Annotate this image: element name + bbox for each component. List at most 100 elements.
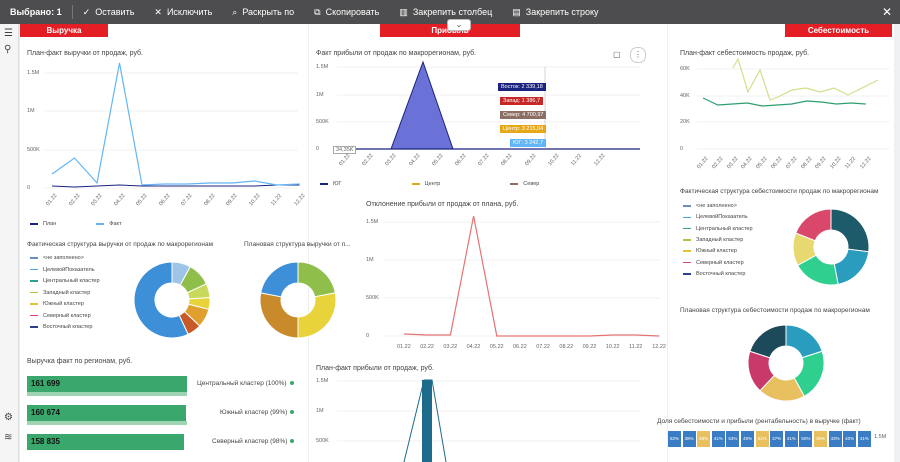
rev-plan-donut-slice-2 xyxy=(259,292,299,339)
share-cell-2[interactable]: 48% xyxy=(697,431,711,447)
rev-struct-legend-item-0[interactable]: <не заполнено> xyxy=(30,255,84,261)
cost-struct-legend-label-0: <не заполнено> xyxy=(696,203,737,209)
dev-xtick-6: 07.22 xyxy=(536,344,550,350)
cost-struct-legend-swatch-3 xyxy=(683,239,691,241)
profit-ytick-1: 1M xyxy=(316,92,324,98)
rev-struct-legend-swatch-4 xyxy=(30,303,38,305)
share-cell-5[interactable]: 49% xyxy=(741,431,754,447)
cost-struct-legend-item-0[interactable]: <не заполнено> xyxy=(683,203,737,209)
legend-center-swatch xyxy=(411,183,420,185)
rev-struct-legend-item-4[interactable]: Южный кластер xyxy=(30,301,84,307)
rev-fact-struct-title: Фактическая структура выручки от продаж … xyxy=(27,241,214,248)
cost-struct-legend-swatch-6 xyxy=(683,273,691,275)
cost-fact-struct-title: Фактическая структура себестоимости прод… xyxy=(680,188,879,195)
cost-struct-legend-item-4[interactable]: Южный кластер xyxy=(683,248,737,254)
cost-chart-title: План-факт себестоимость продаж, руб. xyxy=(680,50,810,57)
share-ytick: 1.5M xyxy=(874,434,887,440)
dev-ytick-3: 0 xyxy=(366,333,370,339)
share-cell-0[interactable]: 52% xyxy=(668,431,681,447)
share-cell-7[interactable]: 37% xyxy=(770,431,784,447)
cost-struct-legend-swatch-1 xyxy=(683,216,691,219)
cost-struct-legend-item-2[interactable]: Центральный кластер xyxy=(683,226,753,232)
share-cell-4[interactable]: 53% xyxy=(726,431,740,447)
region-bar-south[interactable]: 160 674 xyxy=(27,405,186,421)
ppf-ytick-2: 500K xyxy=(316,438,329,444)
region-bar-gap xyxy=(27,392,187,396)
profit-chart-title: Факт прибыли от продаж по макрорегионам,… xyxy=(316,50,477,57)
rev-struct-legend-item-1[interactable]: ЦелевойПоказатель xyxy=(30,267,95,273)
share-cell-13[interactable]: 41% xyxy=(857,431,871,447)
share-cell-1[interactable]: 38% xyxy=(682,431,696,447)
legend-fact-swatch xyxy=(96,223,105,225)
cost-struct-legend-swatch-0 xyxy=(683,205,691,207)
more-options-icon[interactable]: ⋮ xyxy=(630,47,646,63)
tooltip-south: ЮГ: 3 242,7 xyxy=(510,139,546,147)
legend-north: Север xyxy=(523,181,540,187)
cost-struct-legend-item-5[interactable]: Северный кластер xyxy=(683,260,744,266)
share-cell-10[interactable]: 39% xyxy=(814,431,827,447)
profit-east-area xyxy=(368,60,640,150)
region-bar-gap-2 xyxy=(27,421,187,425)
cost-struct-legend-item-3[interactable]: Западный кластер xyxy=(683,237,743,243)
cost-struct-legend-swatch-4 xyxy=(683,250,691,252)
cost-struct-legend-item-6[interactable]: Восточный кластер xyxy=(683,271,745,277)
cost-fact-line xyxy=(702,97,866,107)
cost-ytick-2: 20K xyxy=(680,119,690,125)
region-bar-north[interactable]: 158 835 xyxy=(27,434,184,450)
rev-plan-donut-slice-0 xyxy=(297,261,336,298)
rev-struct-legend-label-4: Южный кластер xyxy=(43,301,84,307)
rev-struct-legend-swatch-0 xyxy=(30,257,38,259)
legend-south: ЮГ xyxy=(333,181,342,187)
collapse-toggle[interactable]: ⌄ xyxy=(447,19,471,31)
dev-xtick-3: 04.22 xyxy=(466,344,481,350)
share-cell-3[interactable]: 41% xyxy=(711,431,725,447)
expand-icon[interactable]: ▢ xyxy=(613,50,621,59)
profit-ytick-0: 1.5M xyxy=(316,64,329,70)
rev-ytick-0: 1.5M xyxy=(27,70,40,76)
cost-struct-legend-label-5: Северный кластер xyxy=(696,259,744,266)
rev-struct-legend-item-5[interactable]: Северный кластер xyxy=(30,313,91,319)
cost-struct-legend-item-1[interactable]: ЦелевойПоказатель xyxy=(683,214,748,220)
rev-struct-legend-swatch-2 xyxy=(30,280,38,282)
ppf-ytick-1: 1M xyxy=(316,408,324,414)
rev-struct-legend-item-2[interactable]: Центральный кластер xyxy=(30,278,100,284)
dev-xtick-5: 06.22 xyxy=(513,344,527,350)
revenue-legend: План Факт xyxy=(30,221,122,227)
rev-ytick-3: 0 xyxy=(27,185,31,191)
legend-plan-swatch xyxy=(30,223,38,225)
profit-plan-fact-title: План-факт прибыли от продаж, руб. xyxy=(316,365,434,372)
share-cell-11[interactable]: 43% xyxy=(828,431,842,447)
cost-ytick-3: 0 xyxy=(680,146,684,152)
share-cell-12[interactable]: 40% xyxy=(843,431,857,447)
cost-plan-donut-slice-4 xyxy=(749,324,787,359)
share-cell-9[interactable]: 50% xyxy=(799,431,813,447)
dev-xtick-11: 12.22 xyxy=(652,344,666,350)
profit-ytick-3: 0 xyxy=(316,146,320,152)
ppf-ytick-0: 1.5M xyxy=(316,378,329,384)
rev-ytick-1: 1M xyxy=(27,108,35,114)
region-bar-central[interactable]: 161 699 xyxy=(27,376,187,392)
cost-ytick-0: 60K xyxy=(680,66,690,72)
dev-ytick-2: 500K xyxy=(366,295,379,301)
region-label-north: Северный кластер (98%) xyxy=(212,438,295,445)
rev-plan-donut-slice-3 xyxy=(260,261,299,298)
legend-plan: План xyxy=(43,221,57,227)
share-cell-8[interactable]: 41% xyxy=(784,431,798,447)
cost-struct-legend-swatch-2 xyxy=(683,227,691,230)
cost-fact-donut-slice-1 xyxy=(833,248,870,285)
cost-plan-line xyxy=(732,57,879,101)
rev-plan-donut-slice-1 xyxy=(297,292,337,339)
cost-struct-legend-label-4: Южный кластер xyxy=(696,248,737,255)
profit-legend: ЮГ Центр Север xyxy=(320,181,539,187)
rev-struct-legend-item-3[interactable]: Западный кластер xyxy=(30,290,90,296)
tooltip-center: Центр: 3 215,04 xyxy=(500,125,547,133)
rev-ytick-2: 500K xyxy=(27,147,40,153)
dev-xtick-4: 05.22 xyxy=(489,344,504,350)
rev-struct-legend-swatch-6 xyxy=(30,326,38,328)
rev-struct-legend-item-6[interactable]: Восточный кластер xyxy=(30,324,92,330)
dev-line xyxy=(403,215,660,337)
rev-struct-legend-label-3: Западный кластер xyxy=(43,289,91,296)
cost-struct-legend-label-2: Центральный кластер xyxy=(696,225,753,232)
share-cell-6[interactable]: 51% xyxy=(755,431,769,447)
rev-fact-line xyxy=(51,62,300,186)
